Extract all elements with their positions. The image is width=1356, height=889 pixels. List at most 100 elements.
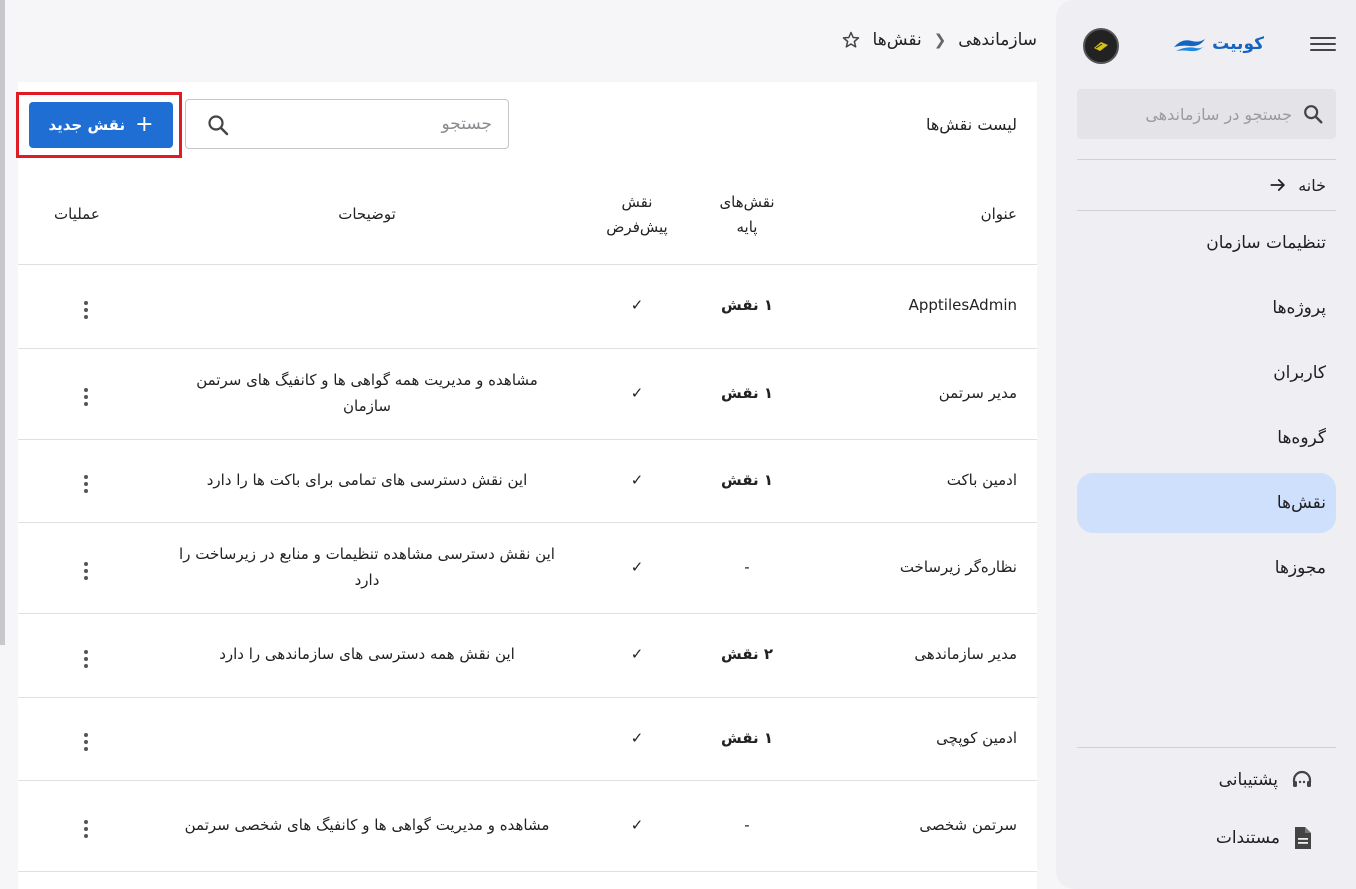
breadcrumb: سازماندهی ❮ نقش‌ها	[841, 30, 1037, 50]
operations-cell	[18, 348, 147, 440]
role-base-count: ۱ نقش	[687, 697, 807, 781]
role-base-count: -	[687, 780, 807, 872]
table-header-row: عنوان نقش‌های پایه نقش پیش‌فرض توضیحات ع…	[18, 166, 1037, 265]
sidebar-item-permissions[interactable]: مجوزها	[1077, 538, 1336, 598]
table-row[interactable]: سرتمن شخصی - ✓ مشاهده و مدیریت گواهی ها …	[18, 780, 1037, 872]
table-row[interactable]: ادمین کوپچی ۱ نقش ✓	[18, 697, 1037, 781]
more-vert-icon[interactable]	[76, 469, 96, 499]
role-base-count: ۱ نقش	[687, 439, 807, 523]
sidebar: کوبیت خانه تنظیمات سازمان	[1056, 0, 1356, 889]
divider	[1077, 159, 1336, 160]
table-row[interactable]: نظاره‌گر زیرساخت - ✓ این نقش دسترسی مشاه…	[18, 522, 1037, 614]
role-base-count: -	[687, 522, 807, 614]
sidebar-item-label: مجوزها	[1274, 558, 1326, 578]
header-title[interactable]: عنوان	[807, 166, 1037, 265]
breadcrumb-parent[interactable]: سازماندهی	[958, 30, 1037, 50]
sidebar-item-org-settings[interactable]: تنظیمات سازمان	[1077, 213, 1336, 273]
toolbar: لیست نقش‌ها + نقش جدید	[16, 82, 1037, 166]
table-row[interactable]: مدیر سازماندهی ۲ نقش ✓ این نقش همه دسترس…	[18, 613, 1037, 698]
brand-name: کوبیت	[1212, 34, 1264, 54]
more-vert-icon[interactable]	[76, 295, 96, 325]
check-icon: ✓	[587, 780, 687, 872]
sidebar-header: کوبیت	[1076, 22, 1336, 66]
docs-label: مستندات	[1215, 828, 1280, 848]
document-icon	[1295, 827, 1311, 849]
sidebar-item-label: تنظیمات سازمان	[1206, 233, 1326, 253]
more-vert-icon[interactable]	[76, 644, 96, 674]
header-description: توضیحات	[147, 166, 587, 265]
sidebar-item-projects[interactable]: پروژه‌ها	[1077, 278, 1336, 338]
org-logo-icon	[1094, 42, 1108, 51]
header-default-role[interactable]: نقش پیش‌فرض	[587, 166, 687, 265]
operations-cell	[18, 522, 147, 614]
sidebar-bottom: پشتیبانی مستندات	[1077, 747, 1336, 867]
role-description: مشاهده و مدیریت گواهی ها و کانفیگ های شخ…	[147, 780, 587, 872]
support-label: پشتیبانی	[1218, 770, 1278, 790]
sidebar-search[interactable]	[1077, 89, 1336, 139]
table-row[interactable]: ادمین باکت ۱ نقش ✓ این نقش دسترسی های تم…	[18, 439, 1037, 523]
home-link[interactable]: خانه	[1077, 161, 1336, 209]
header-default-line1: نقش	[621, 193, 653, 211]
header-base-roles[interactable]: نقش‌های پایه	[687, 166, 807, 265]
table-row[interactable]: ApptilesAdmin ۱ نقش ✓	[18, 264, 1037, 349]
role-description: این نقش همه دسترسی های سازماندهی را دارد	[147, 613, 587, 698]
star-icon[interactable]	[841, 30, 861, 50]
role-description	[147, 697, 587, 781]
chevron-left-icon: ❮	[933, 31, 947, 49]
more-vert-icon[interactable]	[76, 727, 96, 757]
new-role-button[interactable]: + نقش جدید	[29, 102, 173, 148]
check-icon: ✓	[587, 348, 687, 440]
support-link[interactable]: پشتیبانی	[1077, 751, 1336, 809]
operations-cell	[18, 697, 147, 781]
sidebar-item-users[interactable]: کاربران	[1077, 343, 1336, 403]
sidebar-item-roles[interactable]: نقش‌ها	[1077, 473, 1336, 533]
sidebar-search-input[interactable]	[1092, 104, 1292, 124]
check-icon: ✓	[587, 264, 687, 349]
brand-logo[interactable]: کوبیت	[1172, 34, 1264, 54]
sidebar-item-label: کاربران	[1273, 363, 1326, 383]
role-description: این نقش دسترسی های تمامی برای باکت ها را…	[147, 439, 587, 523]
check-icon: ✓	[587, 522, 687, 614]
divider	[1077, 210, 1336, 211]
header-base-roles-line1: نقش‌های	[719, 193, 775, 211]
arrow-right-icon	[1270, 179, 1285, 191]
roles-card: لیست نقش‌ها + نقش جدید عنوان نقش‌های پای…	[16, 82, 1037, 889]
menu-icon[interactable]	[1310, 34, 1336, 54]
more-vert-icon[interactable]	[76, 556, 96, 586]
docs-link[interactable]: مستندات	[1077, 809, 1336, 867]
sidebar-item-label: نقش‌ها	[1276, 493, 1326, 513]
brand-wave-icon	[1174, 39, 1206, 52]
role-title: نظاره‌گر زیرساخت	[807, 522, 1037, 614]
role-title: ApptilesAdmin	[807, 264, 1037, 349]
sidebar-item-groups[interactable]: گروه‌ها	[1077, 408, 1336, 468]
header-base-roles-line2: پایه	[736, 217, 758, 236]
window-edge	[0, 0, 5, 645]
role-title: ادمین کوپچی	[807, 697, 1037, 781]
check-icon: ✓	[587, 697, 687, 781]
role-base-count: ۱ نقش	[687, 348, 807, 440]
search-input[interactable]	[242, 114, 492, 134]
more-vert-icon[interactable]	[76, 814, 96, 844]
check-icon: ✓	[587, 439, 687, 523]
operations-cell	[18, 439, 147, 523]
search-icon	[1304, 105, 1323, 124]
more-vert-icon[interactable]	[76, 382, 96, 412]
home-label: خانه	[1298, 175, 1326, 195]
operations-cell	[18, 780, 147, 872]
list-title: لیست نقش‌ها	[925, 115, 1017, 134]
role-title: مدیر سرتمن	[807, 348, 1037, 440]
breadcrumb-current: نقش‌ها	[872, 30, 922, 50]
role-title: ادمین باکت	[807, 439, 1037, 523]
role-description: این نقش دسترسی مشاهده تنظیمات و منابع در…	[147, 522, 587, 614]
sidebar-nav: تنظیمات سازمان پروژه‌ها کاربران گروه‌ها …	[1077, 213, 1336, 603]
org-avatar[interactable]	[1083, 28, 1119, 64]
table-row[interactable]: مدیر سرتمن ۱ نقش ✓ مشاهده و مدیریت همه گ…	[18, 348, 1037, 440]
highlight-box: + نقش جدید	[16, 92, 182, 158]
plus-icon: +	[135, 112, 154, 137]
header-operations: عملیات	[18, 166, 147, 265]
search-field[interactable]	[185, 99, 509, 149]
role-base-count: ۲ نقش	[687, 613, 807, 698]
operations-cell	[18, 613, 147, 698]
role-title: مدیر سازماندهی	[807, 613, 1037, 698]
new-role-label: نقش جدید	[48, 116, 126, 134]
